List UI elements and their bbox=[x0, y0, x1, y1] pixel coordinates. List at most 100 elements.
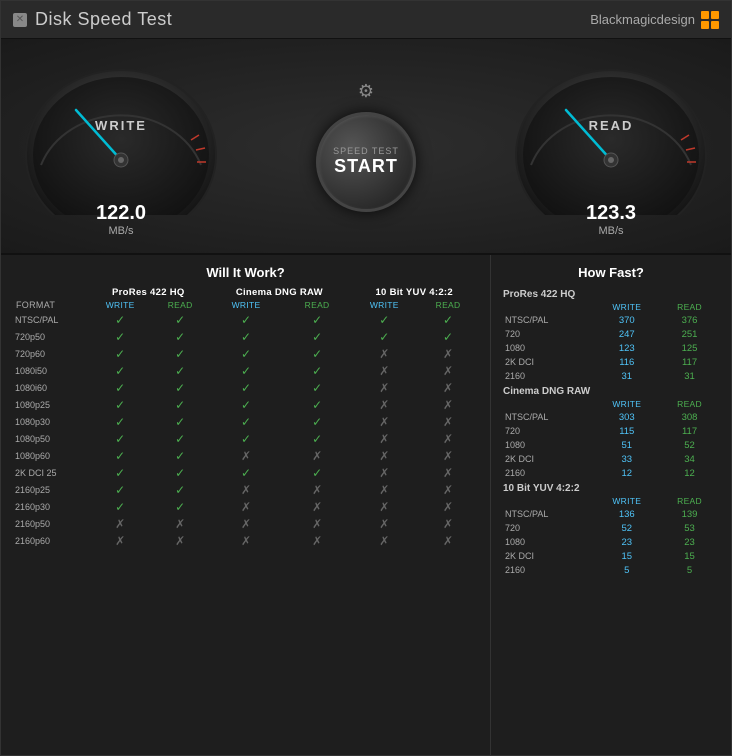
data-row: 21601212 bbox=[503, 466, 719, 480]
will-it-work-table: ProRes 422 HQ Cinema DNG RAW 10 Bit YUV … bbox=[13, 286, 478, 549]
data-row: 2K DCI116117 bbox=[503, 355, 719, 369]
data-row: 216055 bbox=[503, 563, 719, 577]
dng-write-head: WRITE bbox=[208, 299, 283, 311]
close-button[interactable]: ✕ bbox=[13, 13, 27, 27]
row-label: 2K DCI bbox=[503, 452, 593, 466]
start-button[interactable]: SPEED TEST START bbox=[316, 112, 416, 212]
cross-icon: ✗ bbox=[443, 517, 453, 531]
cross-icon: ✗ bbox=[443, 364, 453, 378]
check-icon: ✓ bbox=[115, 483, 125, 497]
check-icon: ✓ bbox=[241, 364, 251, 378]
read-value: 139 bbox=[660, 507, 719, 521]
row-label: NTSC/PAL bbox=[503, 313, 593, 327]
cross-icon: ✗ bbox=[175, 517, 185, 531]
empty-head bbox=[503, 398, 593, 410]
table-row: 1080p25✓✓✓✓✗✗ bbox=[13, 396, 478, 413]
check-icon: ✓ bbox=[241, 330, 251, 344]
read-value: 123.3 bbox=[586, 202, 636, 225]
row-format-label: 2K DCI 25 bbox=[13, 464, 88, 481]
read-value: 376 bbox=[660, 313, 719, 327]
check-icon: ✓ bbox=[312, 432, 322, 446]
write-value: 122.0 bbox=[96, 202, 146, 225]
cross-icon: ✗ bbox=[312, 449, 322, 463]
data-row: 720115117 bbox=[503, 424, 719, 438]
write-value: 370 bbox=[593, 313, 660, 327]
group-header-row: Cinema DNG RAW bbox=[503, 383, 719, 398]
table-row: 720p50✓✓✓✓✓✓ bbox=[13, 328, 478, 345]
center-controls: ⚙ SPEED TEST START bbox=[316, 81, 416, 212]
row-label: 2160 bbox=[503, 369, 593, 383]
check-icon: ✓ bbox=[175, 415, 185, 429]
write-subhead: WRITE bbox=[593, 495, 660, 507]
row-label: 720 bbox=[503, 327, 593, 341]
cross-icon: ✗ bbox=[312, 483, 322, 497]
table-row: 2160p50✗✗✗✗✗✗ bbox=[13, 515, 478, 532]
brand-sq-3 bbox=[701, 21, 709, 29]
cross-icon: ✗ bbox=[241, 534, 251, 548]
row-cell: ✗ bbox=[418, 515, 478, 532]
read-gauge: READ 123.3 MB/s bbox=[511, 55, 711, 237]
empty-head bbox=[503, 301, 593, 313]
row-cell: ✓ bbox=[152, 447, 208, 464]
row-cell: ✓ bbox=[284, 311, 351, 328]
check-icon: ✓ bbox=[175, 347, 185, 361]
cross-icon: ✗ bbox=[175, 534, 185, 548]
write-value: 303 bbox=[593, 410, 660, 424]
prores-read-head: READ bbox=[152, 299, 208, 311]
cross-icon: ✗ bbox=[115, 534, 125, 548]
cross-icon: ✗ bbox=[241, 500, 251, 514]
cross-icon: ✗ bbox=[241, 449, 251, 463]
check-icon: ✓ bbox=[443, 330, 453, 344]
row-cell: ✗ bbox=[152, 532, 208, 549]
check-icon: ✓ bbox=[115, 364, 125, 378]
check-icon: ✓ bbox=[175, 483, 185, 497]
row-cell: ✓ bbox=[152, 498, 208, 515]
cross-icon: ✗ bbox=[379, 534, 389, 548]
sub-header-row: WRITEREAD bbox=[503, 301, 719, 313]
table-row: NTSC/PAL✓✓✓✓✓✓ bbox=[13, 311, 478, 328]
row-cell: ✗ bbox=[418, 498, 478, 515]
row-cell: ✗ bbox=[284, 447, 351, 464]
titlebar: ✕ Disk Speed Test Blackmagicdesign bbox=[1, 1, 731, 39]
app-window: ✕ Disk Speed Test Blackmagicdesign bbox=[0, 0, 732, 756]
table-row: 1080p30✓✓✓✓✗✗ bbox=[13, 413, 478, 430]
check-icon: ✓ bbox=[312, 415, 322, 429]
read-subhead: READ bbox=[660, 495, 719, 507]
row-label: 1080 bbox=[503, 341, 593, 355]
how-fast-table: ProRes 422 HQWRITEREADNTSC/PAL3703767202… bbox=[503, 286, 719, 577]
start-button-sub: SPEED TEST bbox=[333, 146, 399, 156]
col-group-prores: ProRes 422 HQ bbox=[88, 286, 208, 299]
cross-icon: ✗ bbox=[115, 517, 125, 531]
row-cell: ✗ bbox=[350, 379, 418, 396]
data-section: Will It Work? ProRes 422 HQ Cinema DNG R… bbox=[1, 255, 731, 755]
row-cell: ✗ bbox=[208, 498, 283, 515]
check-icon: ✓ bbox=[115, 466, 125, 480]
check-icon: ✓ bbox=[241, 313, 251, 327]
check-icon: ✓ bbox=[312, 364, 322, 378]
row-cell: ✓ bbox=[88, 413, 152, 430]
settings-icon[interactable]: ⚙ bbox=[358, 81, 374, 102]
svg-text:WRITE: WRITE bbox=[95, 118, 147, 133]
row-cell: ✓ bbox=[208, 345, 283, 362]
write-value: 23 bbox=[593, 535, 660, 549]
write-value: 115 bbox=[593, 424, 660, 438]
check-icon: ✓ bbox=[241, 398, 251, 412]
check-icon: ✓ bbox=[175, 466, 185, 480]
row-label: 720 bbox=[503, 424, 593, 438]
check-icon: ✓ bbox=[115, 449, 125, 463]
read-value: 5 bbox=[660, 563, 719, 577]
how-fast-title: How Fast? bbox=[503, 265, 719, 280]
row-cell: ✓ bbox=[152, 481, 208, 498]
row-cell: ✗ bbox=[284, 498, 351, 515]
check-icon: ✓ bbox=[241, 466, 251, 480]
cross-icon: ✗ bbox=[379, 466, 389, 480]
gauge-section: WRITE 122.0 MB/s ⚙ SPEED TEST START bbox=[1, 39, 731, 255]
cross-icon: ✗ bbox=[241, 483, 251, 497]
write-value: 33 bbox=[593, 452, 660, 466]
row-cell: ✗ bbox=[88, 515, 152, 532]
write-value: 31 bbox=[593, 369, 660, 383]
read-value: 53 bbox=[660, 521, 719, 535]
write-value: 116 bbox=[593, 355, 660, 369]
sub-header-row: WRITEREAD bbox=[503, 495, 719, 507]
table-row: 1080p60✓✓✗✗✗✗ bbox=[13, 447, 478, 464]
